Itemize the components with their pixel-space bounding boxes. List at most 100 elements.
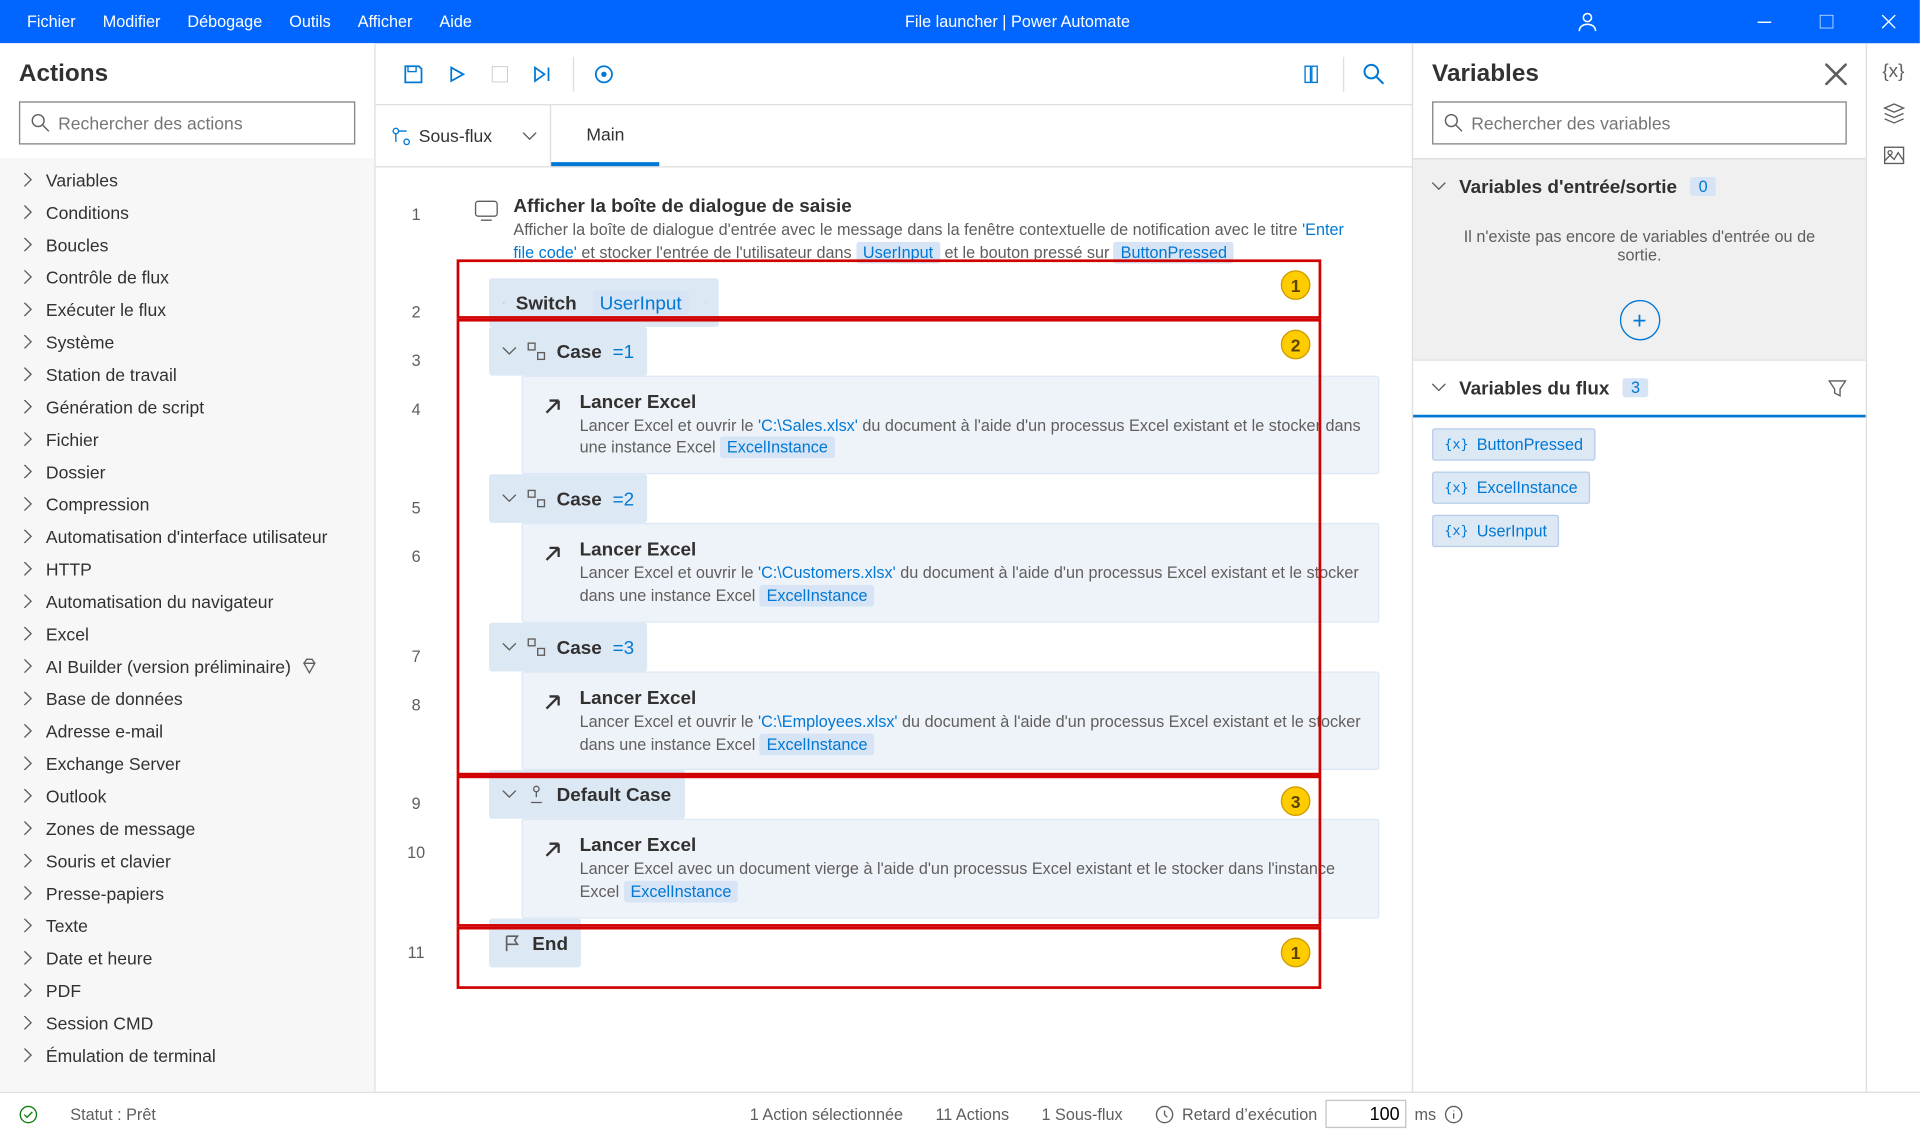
action-category[interactable]: Fichier [0, 423, 374, 455]
action-category[interactable]: Zones de message [0, 812, 374, 844]
action-launch-excel-default[interactable]: Lancer Excel Lancer Excel avec un docume… [521, 819, 1379, 918]
line-number: 1 [376, 181, 457, 224]
info-icon[interactable] [1444, 1104, 1463, 1123]
line-number: 9 [376, 771, 457, 814]
action-category[interactable]: Automatisation du navigateur [0, 585, 374, 617]
action-category[interactable]: Souris et clavier [0, 844, 374, 876]
rail-layers-icon[interactable] [1883, 103, 1905, 125]
step-button[interactable] [521, 52, 564, 95]
variables-search-input[interactable] [1471, 113, 1834, 133]
minimize-button[interactable] [1733, 0, 1795, 43]
action-category[interactable]: Excel [0, 617, 374, 649]
more-icon[interactable] [705, 293, 706, 312]
action-category[interactable]: Base de données [0, 682, 374, 714]
delay-unit: ms [1414, 1104, 1436, 1123]
action-case-1[interactable]: Case =1 [489, 326, 648, 375]
dialog-icon [473, 197, 500, 224]
action-category[interactable]: Date et heure [0, 942, 374, 974]
run-button[interactable] [435, 52, 478, 95]
add-io-variable-button[interactable]: + [1619, 300, 1660, 341]
action-launch-excel-2[interactable]: Lancer Excel Lancer Excel et ouvrir le '… [521, 523, 1379, 622]
action-category[interactable]: Conditions [0, 196, 374, 228]
actions-search-input[interactable] [58, 113, 343, 133]
action-category[interactable]: AI Builder (version préliminaire) [0, 650, 374, 682]
action-category[interactable]: Boucles [0, 228, 374, 260]
stop-button [478, 52, 521, 95]
action-launch-excel-1[interactable]: Lancer Excel Lancer Excel et ouvrir le '… [521, 375, 1379, 474]
window-title: File launcher | Power Automate [485, 12, 1549, 31]
action-switch[interactable]: Switch UserInput [489, 278, 719, 327]
line-number: 3 [376, 326, 457, 369]
menu-debug[interactable]: Débogage [174, 0, 276, 43]
status-text: Statut : Prêt [70, 1104, 156, 1123]
action-launch-excel-3[interactable]: Lancer Excel Lancer Excel et ouvrir le '… [521, 671, 1379, 770]
io-variables-header[interactable]: Variables d'entrée/sortie 0 [1413, 159, 1866, 213]
delay-input[interactable] [1325, 1100, 1406, 1128]
subflow-label: Sous-flux [419, 126, 492, 146]
chevron-down-icon [503, 643, 517, 651]
delay-label: Retard d’exécution [1182, 1104, 1317, 1123]
action-category[interactable]: Variables [0, 163, 374, 195]
variables-search[interactable] [1432, 101, 1847, 144]
editor-panel: Sous-flux Main 1 Afficher la boîte de di… [376, 43, 1412, 1091]
case-icon [527, 489, 546, 508]
variable-chip[interactable]: {x}UserInput [1432, 515, 1559, 547]
variable-chip[interactable]: {x}ButtonPressed [1432, 428, 1595, 460]
action-category[interactable]: HTTP [0, 553, 374, 585]
line-number: 8 [376, 671, 457, 714]
record-button[interactable] [582, 52, 625, 95]
action-display-input[interactable]: Afficher la boîte de dialogue de saisie … [457, 181, 1380, 278]
launch-icon [539, 541, 566, 568]
close-button[interactable] [1858, 0, 1920, 43]
action-case-2[interactable]: Case=2 [489, 474, 648, 523]
action-category[interactable]: PDF [0, 974, 374, 1006]
actions-list[interactable]: VariablesConditionsBouclesContrôle de fl… [0, 158, 374, 1092]
action-category[interactable]: Système [0, 326, 374, 358]
menu-file[interactable]: Fichier [14, 0, 90, 43]
menu-tools[interactable]: Outils [276, 0, 344, 43]
action-default-case[interactable]: Default Case [489, 771, 685, 820]
case-icon [527, 637, 546, 656]
subflow-dropdown[interactable]: Sous-flux [376, 105, 552, 166]
action-category[interactable]: Session CMD [0, 1006, 374, 1038]
action-category[interactable]: Émulation de terminal [0, 1039, 374, 1071]
account-icon[interactable] [1550, 11, 1626, 33]
clock-icon [1155, 1104, 1174, 1123]
flow-canvas[interactable]: 1 Afficher la boîte de dialogue de saisi… [376, 168, 1412, 1092]
action-category[interactable]: Texte [0, 909, 374, 941]
data-button[interactable] [1292, 52, 1335, 95]
action-category[interactable]: Automatisation d'interface utilisateur [0, 520, 374, 552]
action-category[interactable]: Exécuter le flux [0, 293, 374, 325]
action-category[interactable]: Adresse e-mail [0, 715, 374, 747]
close-panel-icon[interactable] [1825, 63, 1847, 85]
action-end[interactable]: End [489, 919, 581, 968]
action-category[interactable]: Contrôle de flux [0, 261, 374, 293]
rail-images-icon[interactable] [1883, 146, 1905, 165]
menu-edit[interactable]: Modifier [89, 0, 174, 43]
flag-icon [503, 933, 522, 952]
chevron-down-icon [503, 347, 517, 355]
action-desc: Afficher la boîte de dialogue d'entrée a… [513, 219, 1363, 264]
actions-search[interactable] [19, 101, 355, 144]
maximize-button[interactable] [1795, 0, 1857, 43]
filter-icon[interactable] [1828, 378, 1847, 397]
action-category[interactable]: Outlook [0, 780, 374, 812]
menu-view[interactable]: Afficher [344, 0, 426, 43]
status-subflows: 1 Sous-flux [1041, 1104, 1122, 1123]
action-case-3[interactable]: Case=3 [489, 623, 648, 672]
search-flow-button[interactable] [1352, 52, 1395, 95]
action-category[interactable]: Compression [0, 488, 374, 520]
action-category[interactable]: Exchange Server [0, 747, 374, 779]
variable-chip[interactable]: {x}ExcelInstance [1432, 471, 1590, 503]
action-category[interactable]: Dossier [0, 455, 374, 487]
flow-variables-header[interactable]: Variables du flux 3 [1413, 361, 1866, 415]
tab-main[interactable]: Main [551, 105, 659, 166]
rail-variables-icon[interactable]: {x} [1882, 59, 1904, 81]
save-button[interactable] [392, 52, 435, 95]
status-actions: 11 Actions [935, 1104, 1009, 1123]
menu-help[interactable]: Aide [426, 0, 485, 43]
action-category[interactable]: Presse-papiers [0, 877, 374, 909]
case-icon [527, 341, 546, 360]
action-category[interactable]: Station de travail [0, 358, 374, 390]
action-category[interactable]: Génération de script [0, 390, 374, 422]
